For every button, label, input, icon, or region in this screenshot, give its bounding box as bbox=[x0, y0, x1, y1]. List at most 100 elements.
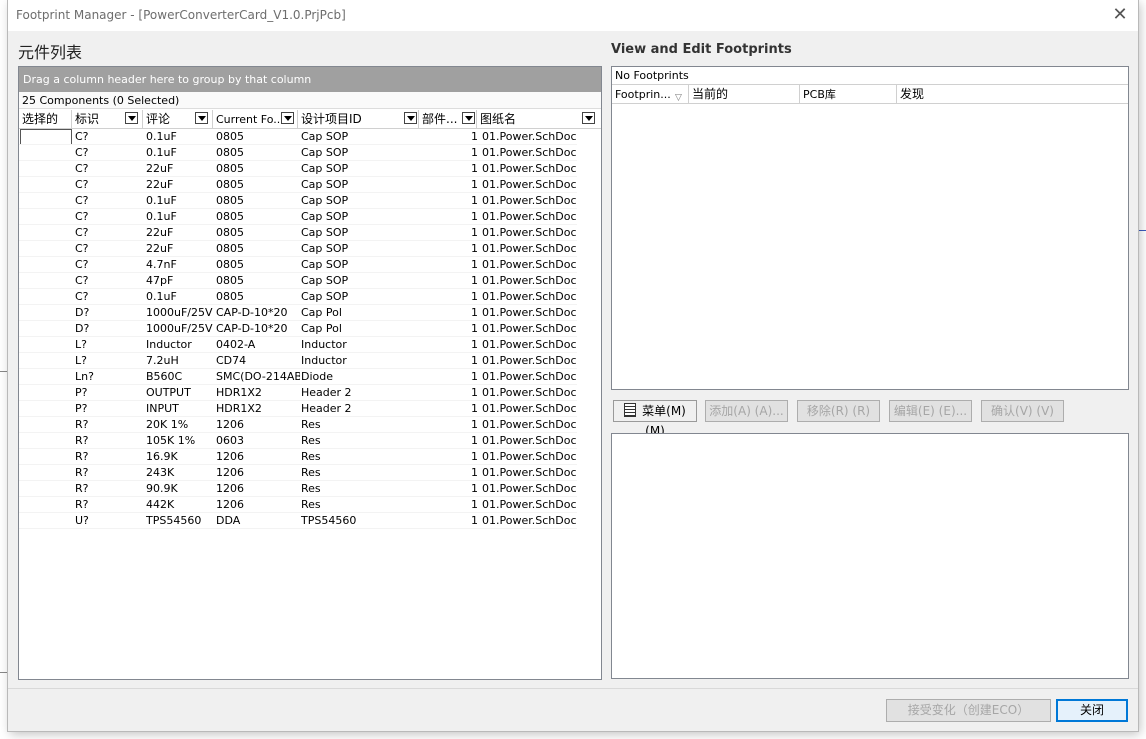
selected-cell[interactable] bbox=[20, 417, 72, 433]
table-row[interactable]: P? OUTPUT HDR1X2 Header 2 1 01.Power.SchDoc bbox=[19, 385, 601, 401]
selected-cell[interactable] bbox=[20, 209, 72, 225]
row-divider bbox=[19, 528, 577, 529]
validate-button[interactable]: 确认(V) (V) bbox=[981, 400, 1064, 422]
sheet-name-cell: 01.Power.SchDoc bbox=[482, 178, 577, 191]
selected-cell[interactable] bbox=[20, 129, 72, 145]
table-row[interactable]: R? 16.9K 1206 Res 1 01.Power.SchDoc bbox=[19, 449, 601, 465]
menu-button[interactable]: 菜单(M) (M) bbox=[613, 400, 697, 438]
table-row[interactable]: D? 1000uF/25V MCAP-D-10*20 Cap Pol 1 01.Powe… bbox=[19, 305, 601, 321]
comment-cell: 22uF bbox=[146, 162, 174, 175]
footprint-cell: 0805 bbox=[216, 258, 244, 271]
table-row[interactable]: R? 20K 1% 1206 Res 1 01.Power.SchDoc bbox=[19, 417, 601, 433]
designator-cell: P? bbox=[75, 402, 88, 415]
selected-cell[interactable] bbox=[20, 433, 72, 449]
footprint-preview[interactable] bbox=[611, 433, 1129, 679]
column-header-current[interactable]: 当前的 bbox=[689, 85, 800, 103]
table-row[interactable]: P? INPUT HDR1X2 Header 2 1 01.Power.SchDoc bbox=[19, 401, 601, 417]
selected-cell[interactable] bbox=[20, 161, 72, 177]
selected-cell[interactable] bbox=[20, 273, 72, 289]
selected-cell[interactable] bbox=[20, 385, 72, 401]
close-button[interactable]: 关闭 bbox=[1056, 699, 1128, 722]
table-row[interactable]: C? 4.7nF 0805 Cap SOP 1 01.Power.SchDoc bbox=[19, 257, 601, 273]
selected-cell[interactable] bbox=[20, 513, 72, 529]
column-header-part-count[interactable]: 部件... bbox=[419, 110, 477, 128]
column-header-current-footprint[interactable]: Current Fo... bbox=[213, 110, 298, 128]
table-row[interactable]: R? 243K 1206 Res 1 01.Power.SchDoc bbox=[19, 465, 601, 481]
selected-cell[interactable] bbox=[20, 449, 72, 465]
table-row[interactable]: R? 90.9K 1206 Res 1 01.Power.SchDoc bbox=[19, 481, 601, 497]
close-icon[interactable]: ✕ bbox=[1108, 3, 1132, 27]
table-row[interactable]: C? 0.1uF 0805 Cap SOP 1 01.Power.SchDoc bbox=[19, 289, 601, 305]
selected-cell[interactable] bbox=[20, 337, 72, 353]
table-row[interactable]: C? 22uF 0805 Cap SOP 1 01.Power.SchDoc bbox=[19, 225, 601, 241]
add-button[interactable]: 添加(A) (A)... bbox=[705, 400, 788, 422]
table-row[interactable]: C? 22uF 0805 Cap SOP 1 01.Power.SchDoc bbox=[19, 161, 601, 177]
part-count-cell: 1 bbox=[471, 514, 478, 527]
table-row[interactable]: L? 7.2uH CD74 Inductor 1 01.Power.SchDoc bbox=[19, 353, 601, 369]
filter-dropdown-icon[interactable] bbox=[462, 112, 475, 124]
comment-cell: 0.1uF bbox=[146, 146, 177, 159]
filter-dropdown-icon[interactable] bbox=[125, 112, 138, 124]
selected-cell[interactable] bbox=[20, 289, 72, 305]
table-row[interactable]: C? 0.1uF 0805 Cap SOP 1 01.Power.SchDoc bbox=[19, 193, 601, 209]
footprint-cell: HDR1X2 bbox=[216, 386, 262, 399]
selected-cell[interactable] bbox=[20, 241, 72, 257]
selected-cell[interactable] bbox=[20, 305, 72, 321]
selected-cell[interactable] bbox=[20, 193, 72, 209]
filter-dropdown-icon[interactable] bbox=[404, 112, 417, 124]
column-header-footprint[interactable]: Footprin... ▽ bbox=[612, 85, 689, 103]
selected-cell[interactable] bbox=[20, 369, 72, 385]
table-row[interactable]: C? 0.1uF 0805 Cap SOP 1 01.Power.SchDoc bbox=[19, 209, 601, 225]
table-row[interactable]: Ln? B560C SMC(DO-214AB) Diode 1 01.Power.SchD… bbox=[19, 369, 601, 385]
table-row[interactable]: R? 105K 1% 0603 Res 1 01.Power.SchDoc bbox=[19, 433, 601, 449]
selected-cell[interactable] bbox=[20, 497, 72, 513]
sheet-name-cell: 01.Power.SchDoc bbox=[482, 370, 577, 383]
table-row[interactable]: C? 0.1uF 0805 Cap SOP 1 01.Power.SchDoc bbox=[19, 129, 601, 145]
design-item-id-cell: Res bbox=[301, 466, 321, 479]
design-item-id-cell: Res bbox=[301, 434, 321, 447]
selected-cell[interactable] bbox=[20, 225, 72, 241]
column-header-comment[interactable]: 评论 bbox=[143, 110, 213, 128]
table-row[interactable]: R? 442K 1206 Res 1 01.Power.SchDoc bbox=[19, 497, 601, 513]
design-item-id-cell: Inductor bbox=[301, 338, 347, 351]
selected-cell[interactable] bbox=[20, 257, 72, 273]
column-header-design-item-id[interactable]: 设计项目ID bbox=[298, 110, 419, 128]
table-row[interactable]: C? 47pF 0805 Cap SOP 1 01.Power.SchDoc bbox=[19, 273, 601, 289]
selected-cell[interactable] bbox=[20, 481, 72, 497]
selected-cell[interactable] bbox=[20, 353, 72, 369]
table-row[interactable]: C? 22uF 0805 Cap SOP 1 01.Power.SchDoc bbox=[19, 177, 601, 193]
edit-button[interactable]: 编辑(E) (E)... bbox=[889, 400, 972, 422]
selected-cell[interactable] bbox=[20, 401, 72, 417]
accept-changes-button[interactable]: 接受变化（创建ECO） bbox=[886, 699, 1051, 722]
design-item-id-cell: Cap SOP bbox=[301, 162, 349, 175]
remove-button[interactable]: 移除(R) (R) bbox=[797, 400, 880, 422]
part-count-cell: 1 bbox=[471, 162, 478, 175]
selected-cell[interactable] bbox=[20, 177, 72, 193]
filter-dropdown-icon[interactable] bbox=[582, 112, 595, 124]
table-row[interactable]: U? TPS54560 DDA TPS54560 1 01.Power.SchDoc bbox=[19, 513, 601, 529]
footprint-cell: 0805 bbox=[216, 210, 244, 223]
filter-dropdown-icon[interactable] bbox=[281, 112, 294, 124]
designator-cell: R? bbox=[75, 418, 89, 431]
component-grid[interactable]: Drag a column header here to group by th… bbox=[18, 66, 602, 680]
footprint-cell: 0805 bbox=[216, 130, 244, 143]
footprint-cell: 1206 bbox=[216, 498, 244, 511]
window-title: Footprint Manager - [PowerConverterCard_… bbox=[16, 8, 346, 22]
column-header-found[interactable]: 发现 bbox=[897, 85, 1126, 103]
table-row[interactable]: L? Inductor 0402-A Inductor 1 01.Power.SchDoc bbox=[19, 337, 601, 353]
selected-cell[interactable] bbox=[20, 321, 72, 337]
table-row[interactable]: C? 0.1uF 0805 Cap SOP 1 01.Power.SchDoc bbox=[19, 145, 601, 161]
table-row[interactable]: C? 22uF 0805 Cap SOP 1 01.Power.SchDoc bbox=[19, 241, 601, 257]
selected-cell[interactable] bbox=[20, 145, 72, 161]
column-header-designator[interactable]: 标识 bbox=[72, 110, 143, 128]
part-count-cell: 1 bbox=[471, 130, 478, 143]
group-by-panel[interactable]: Drag a column header here to group by th… bbox=[19, 67, 601, 92]
table-row[interactable]: D? 1000uF/25V CAP-D-10*20 Cap Pol 1 01.Power.… bbox=[19, 321, 601, 337]
column-header-selected[interactable]: 选择的 bbox=[19, 110, 72, 128]
filter-dropdown-icon[interactable] bbox=[195, 112, 208, 124]
sheet-name-cell: 01.Power.SchDoc bbox=[482, 402, 577, 415]
footprint-list[interactable]: No Footprints Footprin... ▽ 当前的 PCB库 发现 bbox=[611, 66, 1129, 390]
column-header-sheet-name[interactable]: 图纸名 bbox=[477, 110, 599, 128]
column-header-pcb-library[interactable]: PCB库 bbox=[800, 85, 897, 103]
selected-cell[interactable] bbox=[20, 465, 72, 481]
